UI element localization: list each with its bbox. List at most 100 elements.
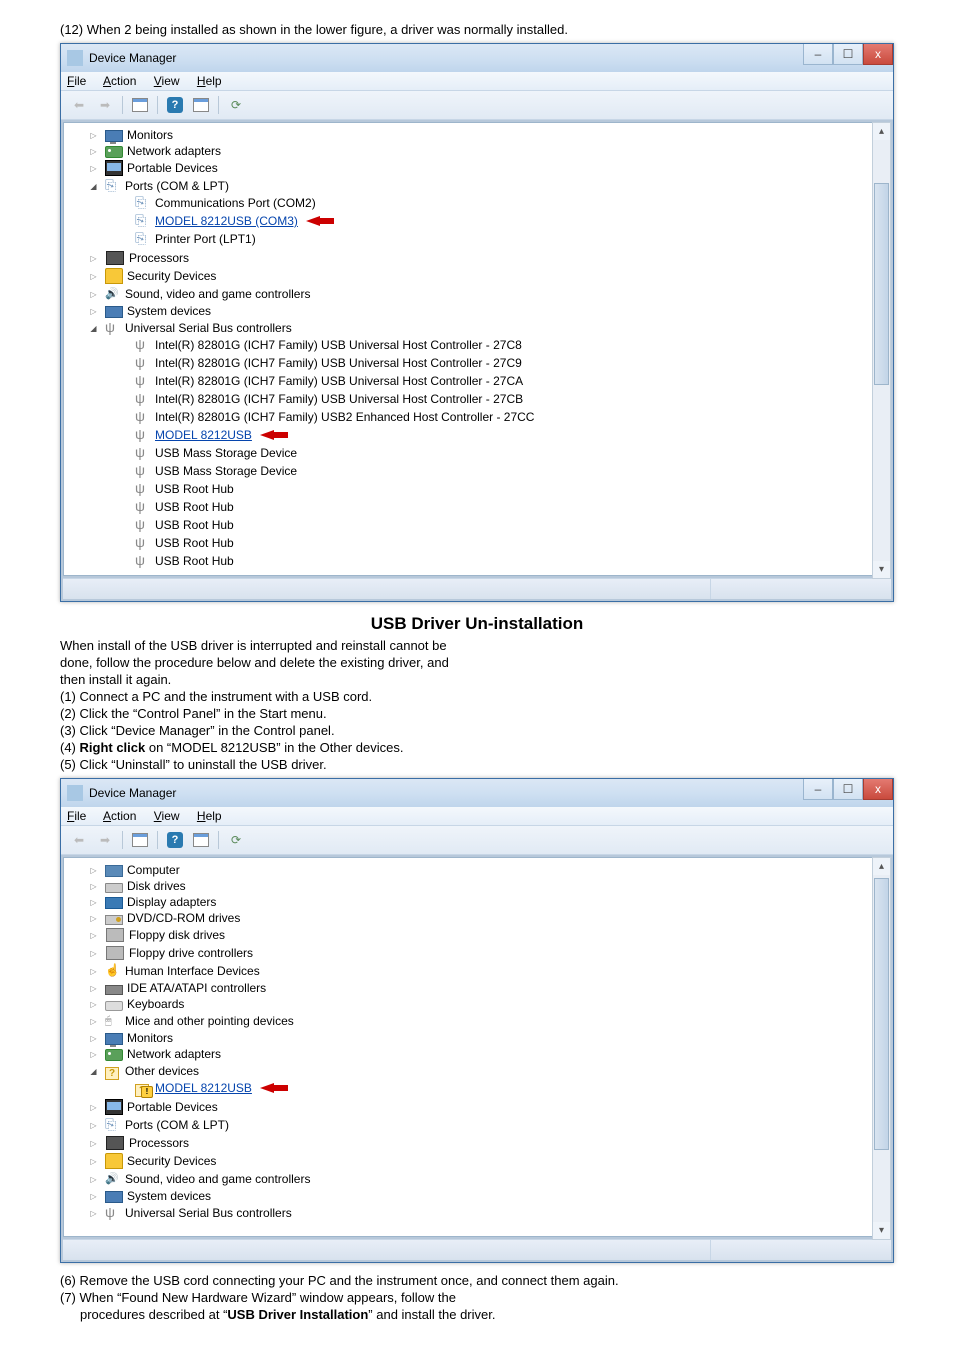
tree-item[interactable]: Processors	[88, 1135, 870, 1151]
expander-icon[interactable]	[88, 1016, 99, 1027]
menu-view[interactable]: View	[154, 809, 180, 823]
device-tree[interactable]: MonitorsNetwork adaptersPortable Devices…	[63, 122, 891, 576]
maximize-button[interactable]: ☐	[833, 779, 863, 800]
properties-icon[interactable]	[128, 94, 152, 116]
tree-item[interactable]: Intel(R) 82801G (ICH7 Family) USB2 Enhan…	[118, 409, 870, 425]
expander-icon[interactable]	[88, 1174, 99, 1185]
menu-action[interactable]: Action	[103, 809, 136, 823]
maximize-button[interactable]: ☐	[833, 44, 863, 65]
tree-item[interactable]: Human Interface Devices	[88, 963, 870, 979]
tree-item[interactable]: MODEL 8212USB	[118, 427, 870, 443]
tree-item[interactable]: USB Mass Storage Device	[118, 463, 870, 479]
scrollbar[interactable]: ▴ ▾	[872, 857, 891, 1240]
tree-item[interactable]: Other devices	[88, 1063, 870, 1079]
expander-icon[interactable]	[88, 1208, 99, 1219]
expander-icon[interactable]	[88, 1033, 99, 1044]
expander-icon[interactable]	[88, 1138, 99, 1149]
tree-item[interactable]: IDE ATA/ATAPI controllers	[88, 981, 870, 995]
tree-item[interactable]: Universal Serial Bus controllers	[88, 320, 870, 336]
expander-icon[interactable]	[88, 948, 99, 959]
expander-icon[interactable]	[88, 130, 99, 141]
tree-item[interactable]: Display adapters	[88, 895, 870, 909]
close-button[interactable]: x	[863, 44, 893, 65]
forward-button[interactable]: ➡	[93, 829, 117, 851]
tree-item[interactable]: Processors	[88, 250, 870, 266]
tree-item[interactable]: Mice and other pointing devices	[88, 1013, 870, 1029]
tree-item[interactable]: Security Devices	[88, 268, 870, 284]
tree-item[interactable]: DVD/CD-ROM drives	[88, 911, 870, 925]
menu-file[interactable]: File	[67, 809, 86, 823]
titlebar[interactable]: Device Manager – ☐ x	[61, 44, 893, 72]
tree-item[interactable]: USB Mass Storage Device	[118, 445, 870, 461]
menu-action[interactable]: Action	[103, 74, 136, 88]
tree-item[interactable]: Intel(R) 82801G (ICH7 Family) USB Univer…	[118, 373, 870, 389]
help-icon[interactable]: ?	[163, 829, 187, 851]
tree-item[interactable]: Floppy drive controllers	[88, 945, 870, 961]
tree-item[interactable]: Portable Devices	[88, 160, 870, 176]
expander-icon[interactable]	[88, 983, 99, 994]
menu-help[interactable]: Help	[197, 809, 222, 823]
tree-item[interactable]: Intel(R) 82801G (ICH7 Family) USB Univer…	[118, 355, 870, 371]
tree-item[interactable]: Communications Port (COM2)	[118, 195, 870, 211]
properties-icon[interactable]	[128, 829, 152, 851]
minimize-button[interactable]: –	[803, 44, 833, 65]
scan-icon[interactable]	[189, 829, 213, 851]
expander-icon[interactable]	[88, 163, 99, 174]
tree-item[interactable]: Network adapters	[88, 144, 870, 158]
tree-item[interactable]: Ports (COM & LPT)	[88, 1117, 870, 1133]
expander-icon[interactable]	[88, 146, 99, 157]
minimize-button[interactable]: –	[803, 779, 833, 800]
expander-icon[interactable]	[88, 1066, 99, 1077]
expander-icon[interactable]	[88, 913, 99, 924]
expander-icon[interactable]	[88, 865, 99, 876]
menu-help[interactable]: Help	[197, 74, 222, 88]
tree-item[interactable]: Ports (COM & LPT)	[88, 178, 870, 194]
tree-item[interactable]: Keyboards	[88, 997, 870, 1011]
help-icon[interactable]: ?	[163, 94, 187, 116]
expander-icon[interactable]	[88, 181, 99, 192]
tree-item[interactable]: Sound, video and game controllers	[88, 1171, 870, 1187]
expander-icon[interactable]	[88, 289, 99, 300]
close-button[interactable]: x	[863, 779, 893, 800]
expander-icon[interactable]	[88, 1191, 99, 1202]
menu-view[interactable]: View	[154, 74, 180, 88]
tree-item[interactable]: Monitors	[88, 1031, 870, 1045]
expander-icon[interactable]	[88, 1102, 99, 1113]
scroll-down-icon[interactable]: ▾	[873, 1222, 890, 1239]
expander-icon[interactable]	[88, 881, 99, 892]
expander-icon[interactable]	[88, 897, 99, 908]
tree-item[interactable]: MODEL 8212USB	[118, 1080, 870, 1096]
expander-icon[interactable]	[88, 930, 99, 941]
expander-icon[interactable]	[88, 1049, 99, 1060]
scroll-up-icon[interactable]: ▴	[873, 858, 890, 875]
refresh-icon[interactable]: ⟳	[224, 94, 248, 116]
refresh-icon[interactable]: ⟳	[224, 829, 248, 851]
expander-icon[interactable]	[88, 1120, 99, 1131]
scroll-down-icon[interactable]: ▾	[873, 561, 890, 578]
back-button[interactable]: ⬅	[67, 829, 91, 851]
tree-item[interactable]: MODEL 8212USB (COM3)	[118, 213, 870, 229]
scrollbar[interactable]: ▴ ▾	[872, 122, 891, 579]
tree-item[interactable]: System devices	[88, 304, 870, 318]
expander-icon[interactable]	[88, 966, 99, 977]
menu-file[interactable]: FFileile	[67, 74, 86, 88]
tree-item[interactable]: Universal Serial Bus controllers	[88, 1205, 870, 1221]
expander-icon[interactable]	[88, 271, 99, 282]
tree-item[interactable]: System devices	[88, 1189, 870, 1203]
device-tree[interactable]: Computer Disk drives Display adapters DVD/C…	[63, 857, 891, 1237]
scroll-thumb[interactable]	[874, 183, 889, 385]
tree-item[interactable]: Computer	[88, 863, 870, 877]
scan-icon[interactable]	[189, 94, 213, 116]
tree-item[interactable]: USB Root Hub	[118, 535, 870, 551]
tree-item[interactable]: Portable Devices	[88, 1099, 870, 1115]
tree-item[interactable]: USB Root Hub	[118, 499, 870, 515]
expander-icon[interactable]	[88, 253, 99, 264]
tree-item[interactable]: Intel(R) 82801G (ICH7 Family) USB Univer…	[118, 391, 870, 407]
tree-item[interactable]: Floppy disk drives	[88, 927, 870, 943]
tree-item[interactable]: USB Root Hub	[118, 553, 870, 569]
expander-icon[interactable]	[88, 999, 99, 1010]
tree-item[interactable]: Network adapters	[88, 1047, 870, 1061]
expander-icon[interactable]	[88, 1156, 99, 1167]
tree-item[interactable]: Printer Port (LPT1)	[118, 231, 870, 247]
tree-item[interactable]: Disk drives	[88, 879, 870, 893]
